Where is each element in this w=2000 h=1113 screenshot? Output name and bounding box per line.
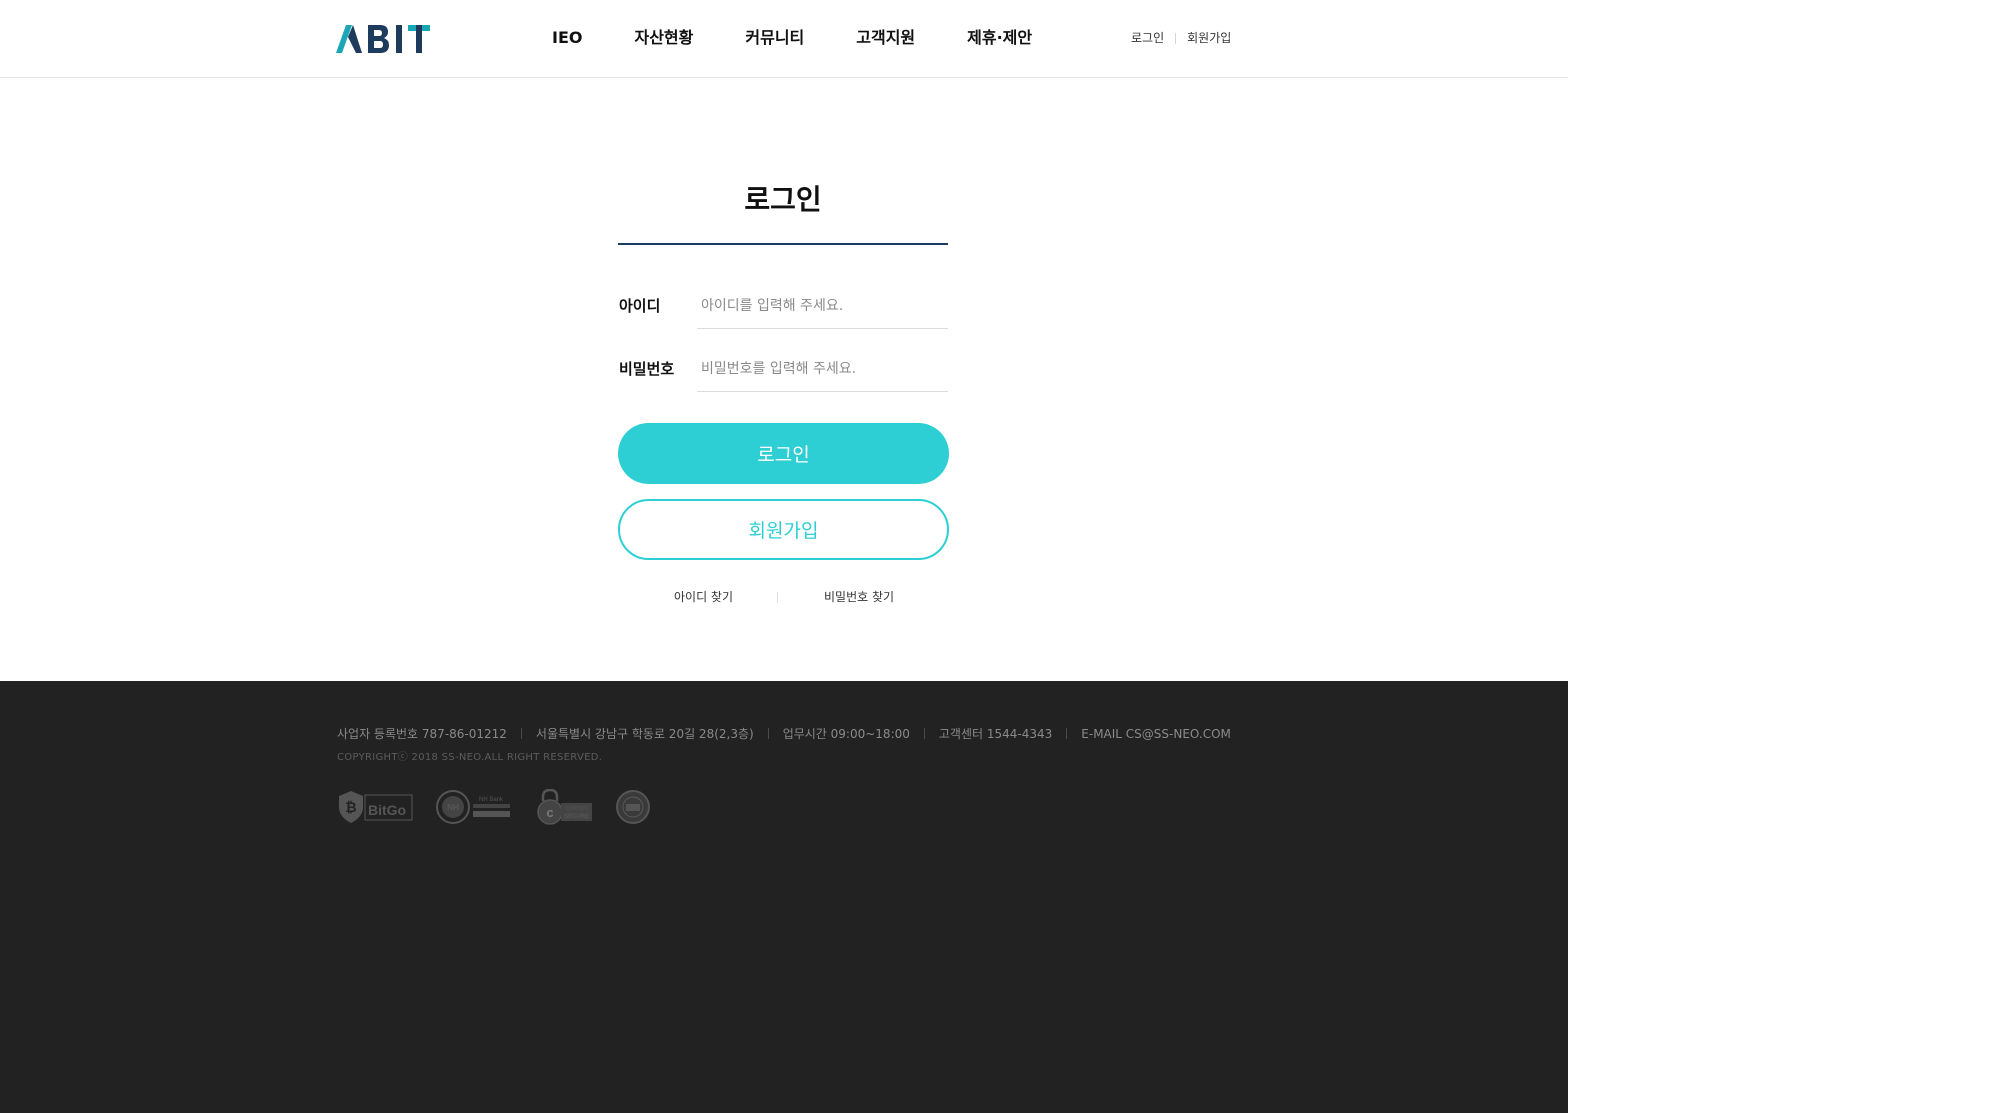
id-input[interactable] (697, 283, 948, 329)
header-signup-link[interactable]: 회원가입 (1187, 29, 1231, 47)
business-number: 사업자 등록번호 787-86-01212 (337, 727, 507, 741)
nh-text: NH (447, 803, 459, 812)
company-address: 서울특별시 강남구 학동로 20길 28(2,3층) (535, 727, 754, 741)
divider (1175, 32, 1177, 44)
svg-text:c: c (546, 805, 553, 820)
site-header: IEO 자산현황 커뮤니티 고객지원 제휴·제안 로그인 회원가입 (0, 0, 1568, 78)
find-id-link[interactable]: 아이디 찾기 (674, 588, 733, 606)
company-info: 사업자 등록번호 787-86-01212 서울특별시 강남구 학동로 20길 … (337, 725, 1231, 742)
nh-bank-badge-icon: NH NH Bank (436, 790, 510, 824)
main-nav: IEO 자산현황 커뮤니티 고객지원 제휴·제안 (552, 26, 1032, 50)
find-password-link[interactable]: 비밀번호 찾기 (824, 588, 894, 606)
header-utility-links: 로그인 회원가입 (1131, 29, 1231, 47)
nav-partnership[interactable]: 제휴·제안 (967, 26, 1032, 50)
nav-support[interactable]: 고객지원 (856, 26, 915, 50)
signup-button[interactable]: 회원가입 (618, 499, 949, 560)
page-title: 로그인 (744, 183, 822, 216)
divider (767, 728, 769, 739)
divider (1066, 728, 1068, 739)
business-hours: 업무시간 09:00~18:00 (782, 727, 910, 741)
password-label: 비밀번호 (619, 360, 675, 378)
nav-ieo[interactable]: IEO (552, 26, 582, 50)
login-button[interactable]: 로그인 (618, 423, 949, 484)
abit-logo-graphic (336, 25, 430, 53)
comodo-secure-badge-icon: c COMODO SECURE (537, 789, 592, 825)
copyright: COPYRIGHTⓒ 2018 SS-NEO.ALL RIGHT RESERVE… (337, 752, 603, 763)
divider (520, 728, 522, 739)
find-account-links: 아이디 찾기 비밀번호 찾기 (618, 588, 949, 608)
password-input[interactable] (697, 346, 948, 392)
svg-text:₿: ₿ (345, 799, 356, 815)
bitgo-text: BitGo (368, 802, 406, 818)
title-underline (618, 243, 948, 245)
header-login-link[interactable]: 로그인 (1131, 29, 1164, 47)
contact-email: E-MAIL CS@SS-NEO.COM (1081, 726, 1231, 741)
customer-center: 고객센터 1544-4343 (938, 727, 1053, 741)
site-footer: 사업자 등록번호 787-86-01212 서울특별시 강남구 학동로 20길 … (0, 681, 1568, 1113)
bitgo-badge-icon: ₿ BitGo (339, 791, 413, 823)
divider (777, 592, 778, 603)
security-seal-icon (616, 790, 650, 824)
comodo-secure-text: SECURE (564, 814, 589, 820)
nh-bank-text: NH Bank (479, 797, 504, 803)
nav-community[interactable]: 커뮤니티 (745, 26, 804, 50)
nav-assets[interactable]: 자산현황 (634, 26, 693, 50)
comodo-text: COMODO (565, 806, 588, 812)
divider (923, 728, 925, 739)
id-label: 아이디 (619, 297, 661, 315)
